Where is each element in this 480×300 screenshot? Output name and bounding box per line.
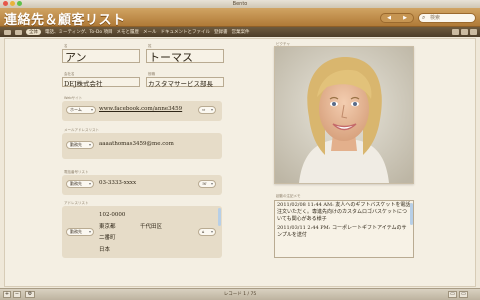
search-field[interactable]: ⌕ 検索 xyxy=(418,13,476,23)
address-zip[interactable]: 102-0000 xyxy=(99,212,125,218)
chevron-down-icon: ▾ xyxy=(210,229,213,234)
chevron-down-icon: ▾ xyxy=(90,107,93,112)
address-city[interactable]: 東京都 xyxy=(99,222,116,230)
phone-action-select[interactable]: ☏ ▾ xyxy=(198,180,216,188)
record-nav-buttons: ◀ ▶ xyxy=(380,13,414,23)
status-bar: + − ⚙ レコード 1 / 75 ▭ ▭ xyxy=(0,288,480,300)
address-line[interactable]: 二番町 xyxy=(99,233,116,241)
url-value[interactable]: www.facebook.com/anne3459 xyxy=(99,106,182,112)
email-value[interactable]: aaaathomas3459@me.com xyxy=(99,141,174,147)
contact-photo[interactable] xyxy=(274,46,414,184)
address-country[interactable]: 日本 xyxy=(99,245,110,253)
address-type-value: 勤務先 xyxy=(70,229,82,234)
next-record-button[interactable]: ▶ xyxy=(397,14,413,22)
tab-bar-tools xyxy=(452,29,477,35)
url-action-select[interactable]: ⇨ ▾ xyxy=(198,106,216,114)
url-type-select[interactable]: ホーム ▾ xyxy=(66,106,96,114)
chevron-down-icon: ▾ xyxy=(210,107,213,112)
address-type-select[interactable]: 勤務先 ▾ xyxy=(66,228,94,236)
address-scrollbar[interactable] xyxy=(218,208,221,226)
address-action-select[interactable]: ⌂ ▾ xyxy=(198,228,216,236)
last-name-value: トーマス xyxy=(149,51,193,64)
tab-overview[interactable]: 全体 xyxy=(26,29,41,35)
library-title: 連絡先＆顧客リスト xyxy=(4,13,126,28)
chevron-down-icon: ▾ xyxy=(210,181,213,186)
address-ward[interactable]: 千代田区 xyxy=(140,222,162,230)
phone-icon: ☏ xyxy=(202,181,208,186)
first-name-value: アン xyxy=(65,51,87,64)
email-type-select[interactable]: 勤務先 ▾ xyxy=(66,141,94,149)
tab-notes[interactable]: メモと履歴 xyxy=(117,29,140,35)
history-scrollbar[interactable] xyxy=(410,203,413,225)
history-entry: 2011/03/11 2:44 PM: コーポレートギフトアイテムのサンプルを送… xyxy=(277,225,407,238)
table-view-icon[interactable] xyxy=(15,29,22,35)
record-counter: レコード 1 / 75 xyxy=(223,292,257,297)
search-placeholder: 検索 xyxy=(430,15,441,21)
settings-icon[interactable] xyxy=(461,29,468,35)
phone-type-value: 勤務先 xyxy=(70,181,82,186)
tab-deals[interactable]: 営業案件 xyxy=(232,29,250,35)
phone-value[interactable]: 03-3333-xxxx xyxy=(99,180,136,186)
history-label: 起動の注記メモ xyxy=(276,194,301,198)
app-title: Bento xyxy=(232,1,248,7)
job-title-value: カスタマサービス部長 xyxy=(148,80,213,88)
history-entry: 2011/02/08 11:44 AM: 友人へのギフトバスケットを電話注文いた… xyxy=(277,202,411,222)
add-form-icon[interactable] xyxy=(452,29,459,35)
search-icon: ⌕ xyxy=(422,14,426,21)
history-notes[interactable]: 2011/02/08 11:44 AM: 友人へのギフトバスケットを電話注文いた… xyxy=(274,200,414,258)
previous-record-button[interactable]: ◀ xyxy=(381,14,397,22)
chevron-down-icon: ▾ xyxy=(88,142,91,147)
tab-documents[interactable]: ドキュメントとファイル xyxy=(161,29,211,35)
map-icon: ⌂ xyxy=(202,229,205,234)
library-header: 連絡先＆顧客リスト ◀ ▶ ⌕ 検索 xyxy=(0,8,480,28)
chevron-down-icon: ▾ xyxy=(88,229,91,234)
tab-calls[interactable]: 電話、ミーティング、To-Do 項目 xyxy=(45,29,113,35)
go-icon: ⇨ xyxy=(202,107,206,112)
company-value: DEJ株式会社 xyxy=(64,80,103,88)
tab-email[interactable]: メール xyxy=(143,29,157,35)
full-view-icon[interactable]: ▭ xyxy=(459,291,468,298)
url-type-value: ホーム xyxy=(70,107,82,112)
email-type-value: 勤務先 xyxy=(70,142,82,147)
phone-type-select[interactable]: 勤務先 ▾ xyxy=(66,180,94,188)
portrait-image xyxy=(275,47,413,183)
tab-registration[interactable]: 登録書 xyxy=(214,29,228,35)
form-tab-bar: 全体 電話、ミーティング、To-Do 項目 メモと履歴 メール ドキュメントとフ… xyxy=(0,27,480,37)
split-view-icon[interactable]: ▭ xyxy=(448,291,457,298)
remove-form-icon[interactable] xyxy=(470,29,477,35)
chevron-down-icon: ▾ xyxy=(88,181,91,186)
form-view-icon[interactable] xyxy=(4,29,11,35)
